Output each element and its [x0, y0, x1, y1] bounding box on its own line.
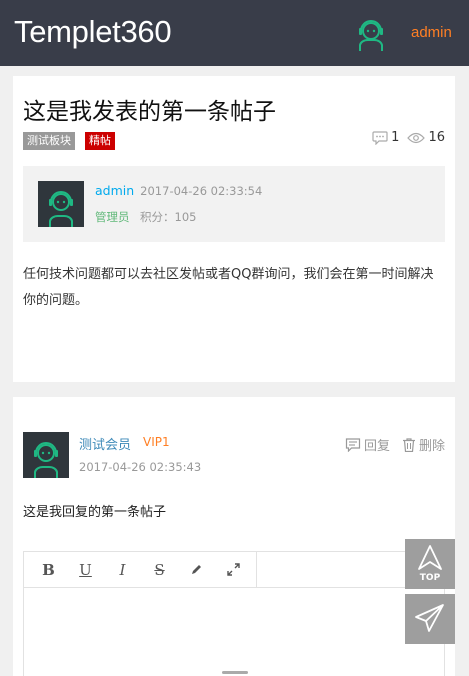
post-stats: 1 16 — [372, 130, 445, 145]
pen-icon — [192, 565, 201, 574]
top-bar: Templet360 admin — [0, 0, 469, 66]
fullscreen-button[interactable] — [215, 552, 252, 588]
strikethrough-button[interactable]: S — [141, 552, 178, 588]
author-box: admin 2017-04-26 02:33:54 管理员 积分：105 — [23, 166, 445, 242]
board-tag[interactable]: 测试板块 — [23, 132, 75, 150]
bold-button[interactable]: B — [30, 552, 67, 588]
post-card: 这是我发表的第一条帖子 测试板块 精帖 1 16 admin 2017-04-26… — [13, 76, 455, 382]
reply-actions: 回复 删除 — [333, 435, 445, 454]
delete-label: 删除 — [418, 439, 445, 454]
robot-avatar-icon — [49, 191, 73, 227]
post-content: 任何技术问题都可以去社区发帖或者QQ群询问，我们会在第一时间解决你的问题。 — [23, 267, 434, 308]
reply-content: 这是我回复的第一条帖子 — [23, 505, 167, 520]
post-date: 2017-04-26 02:33:54 — [140, 184, 263, 198]
trash-icon — [402, 437, 415, 452]
eye-icon — [407, 132, 426, 143]
author-avatar[interactable] — [38, 181, 84, 227]
user-avatar-icon[interactable] — [356, 17, 386, 51]
paper-plane-icon — [415, 604, 444, 632]
best-tag: 精帖 — [85, 132, 115, 150]
author-role: 管理员 — [95, 210, 130, 224]
underline-icon: U — [79, 560, 92, 579]
reply-date: 2017-04-26 02:35:43 — [79, 460, 202, 474]
view-count: 16 — [428, 130, 445, 145]
header-username[interactable]: admin — [411, 24, 452, 41]
post-title: 这是我发表的第一条帖子 — [23, 99, 276, 125]
comment-count: 1 — [391, 130, 400, 145]
post-reply-button[interactable] — [405, 594, 455, 644]
back-to-top-button[interactable]: TOP — [405, 539, 455, 589]
toolbar-divider — [256, 551, 257, 588]
expand-icon — [227, 563, 240, 576]
top-label: TOP — [419, 573, 441, 583]
pen-button[interactable] — [178, 552, 215, 588]
vip-badge: VIP1 — [143, 435, 170, 449]
reply-editor[interactable]: B U I S — [23, 551, 445, 676]
italic-button[interactable]: I — [104, 552, 141, 588]
reply-button[interactable]: 回复 — [345, 435, 390, 454]
author-name[interactable]: admin — [95, 183, 134, 198]
underline-button[interactable]: U — [67, 552, 104, 588]
site-logo[interactable]: Templet360 — [14, 14, 172, 50]
comment-icon — [372, 130, 388, 145]
delete-button[interactable]: 删除 — [402, 435, 445, 454]
strikethrough-icon: S — [154, 560, 165, 579]
italic-icon: I — [119, 560, 126, 579]
reply-username[interactable]: 测试会员 — [79, 434, 131, 453]
author-points: 积分：105 — [140, 210, 197, 224]
bold-icon: B — [42, 560, 55, 579]
robot-avatar-icon — [34, 442, 58, 478]
reply-label: 回复 — [363, 439, 390, 454]
reply-icon — [345, 437, 361, 452]
reply-card: 测试会员 VIP1 2017-04-26 02:35:43 回复 删除 这是我回… — [13, 397, 455, 676]
author-name-line: admin 2017-04-26 02:33:54 — [95, 183, 262, 198]
scroll-handle[interactable] — [222, 671, 248, 674]
reply-avatar[interactable] — [23, 432, 69, 478]
editor-toolbar: B U I S — [24, 551, 444, 588]
